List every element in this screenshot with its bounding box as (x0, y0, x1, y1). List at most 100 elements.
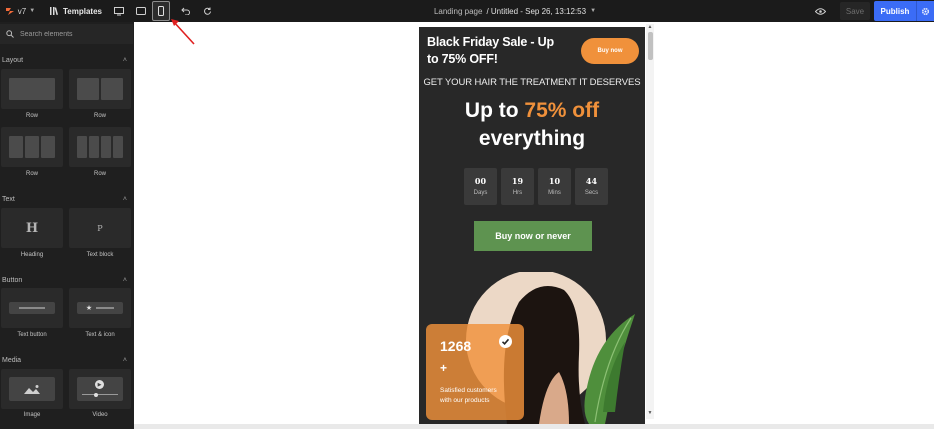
eye-icon (814, 7, 826, 15)
search-bar (0, 24, 133, 44)
countdown-unit: Hrs (512, 190, 523, 196)
paragraph-icon: P (97, 223, 103, 233)
publish-settings-button[interactable] (916, 1, 934, 21)
countdown-timer[interactable]: 00 Days 19 Hrs 10 Mins 44 Secs (464, 168, 608, 205)
tile-label: Text & icon (85, 332, 115, 338)
tile-label: Row (93, 171, 106, 177)
tile-label: Text block (86, 252, 114, 258)
scroll-up-arrow-icon[interactable]: ▲ (647, 24, 653, 30)
canvas-bottom-edge (134, 424, 934, 429)
chevron-down-icon: ▼ (29, 8, 36, 14)
countdown-unit: Mins (548, 190, 561, 196)
version-label: v7 (17, 6, 27, 16)
discount-suffix: everything (478, 127, 586, 150)
stat-card[interactable]: 1268 + Satisfied customers with our prod… (426, 324, 524, 420)
buy-now-button[interactable]: Buy now (581, 38, 639, 64)
video-preview-icon: ▶ (77, 377, 123, 401)
tagline[interactable]: GET YOUR HAIR THE TREATMENT IT DESERVES (419, 77, 645, 88)
chevron-up-icon: ˄ (122, 56, 127, 64)
preview-button[interactable] (812, 0, 828, 22)
column-preview-icon (89, 136, 99, 158)
redo-icon (203, 7, 211, 15)
column-preview-icon (101, 136, 111, 158)
countdown-value: 10 (548, 176, 561, 186)
page-type-label: Landing page (433, 6, 483, 16)
mobile-view-button[interactable] (152, 1, 170, 21)
section-header-button[interactable]: Button ˄ (0, 274, 133, 286)
cta-button[interactable]: Buy now or never (474, 221, 592, 251)
search-icon (6, 30, 14, 38)
section-title: Media (2, 356, 22, 364)
tile-label: Row (25, 171, 38, 177)
tile-label: Text button (17, 332, 47, 338)
document-title-menu[interactable]: Landing page / Untitled - Sep 26, 13:12:… (430, 0, 600, 22)
section-title: Text (2, 195, 15, 203)
stat-plus: + (440, 361, 448, 375)
version-menu[interactable]: v7 ▼ (4, 0, 36, 22)
undo-button[interactable] (178, 0, 192, 22)
countdown-unit: Days (473, 190, 488, 196)
tile-text-block[interactable]: P (69, 208, 131, 248)
tile-row-single[interactable] (1, 69, 63, 109)
column-preview-icon (101, 78, 123, 100)
section-header-text[interactable]: Text ˄ (0, 193, 133, 205)
chevron-down-icon: ▼ (590, 8, 597, 14)
chevron-up-icon: ˄ (122, 276, 127, 284)
countdown-value: 44 (585, 176, 598, 186)
search-input[interactable] (20, 30, 120, 38)
mobile-page-preview[interactable]: Black Friday Sale - Up to 75% OFF! Buy n… (419, 27, 645, 424)
tile-label: Row (93, 113, 106, 119)
countdown-seconds: 44 Secs (575, 168, 608, 205)
tile-row-three-columns[interactable] (1, 127, 63, 167)
tile-label: Row (25, 113, 38, 119)
chevron-up-icon: ˄ (122, 195, 127, 203)
desktop-view-button[interactable] (112, 0, 126, 22)
tile-text-button[interactable] (1, 288, 63, 328)
tile-heading[interactable]: H (1, 208, 63, 248)
sale-headline[interactable]: Black Friday Sale - Up to 75% OFF! (427, 34, 557, 68)
templates-button[interactable]: Templates (50, 0, 102, 22)
tablet-view-button[interactable] (134, 0, 148, 22)
section-header-media[interactable]: Media ˄ (0, 354, 133, 366)
section-header-layout[interactable]: Layout ˄ (0, 54, 133, 66)
tile-text-and-icon[interactable]: ★ (69, 288, 131, 328)
library-icon (50, 7, 59, 15)
elements-sidebar: Layout ˄ Row Row Row Row Text ˄ H Headin… (0, 22, 134, 429)
discount-heading[interactable]: Up to 75% off everything (419, 97, 645, 153)
video-progress-thumb (94, 392, 98, 397)
column-preview-icon (9, 136, 23, 158)
save-button[interactable]: Save (840, 2, 870, 20)
heading-icon: H (25, 220, 39, 236)
star-icon: ★ (85, 305, 93, 312)
column-preview-icon (113, 136, 123, 158)
button-text-line (96, 307, 115, 309)
stat-number: 1268 (440, 338, 472, 354)
publish-button[interactable]: Publish (874, 1, 916, 21)
document-title: / Untitled - Sep 26, 13:12:53 (486, 6, 587, 16)
button-text-line (19, 307, 45, 309)
discount-highlight: 75% off (524, 99, 600, 122)
scroll-down-arrow-icon[interactable]: ▼ (647, 410, 653, 416)
video-progress-track (82, 394, 118, 395)
discount-prefix: Up to (464, 99, 525, 122)
section-title: Layout (2, 56, 24, 64)
tile-video[interactable]: ▶ (69, 369, 131, 409)
section-title: Button (2, 276, 23, 284)
tile-row-two-columns[interactable] (69, 69, 131, 109)
scrollbar-thumb[interactable] (648, 32, 653, 60)
redo-button[interactable] (200, 0, 214, 22)
tile-row-four-columns[interactable] (69, 127, 131, 167)
column-preview-icon (41, 136, 55, 158)
image-icon (24, 384, 40, 394)
column-preview-icon (77, 78, 99, 100)
layout-preview-icon (9, 78, 55, 100)
gear-icon (922, 7, 929, 15)
checkmark-icon (499, 335, 512, 348)
image-preview-icon (9, 377, 55, 401)
tile-label: Video (92, 412, 108, 418)
countdown-unit: Secs (584, 190, 599, 196)
play-icon: ▶ (95, 380, 104, 389)
desktop-icon (114, 6, 124, 15)
preview-scrollbar[interactable]: ▲ ▼ (646, 24, 654, 419)
tile-image[interactable] (1, 369, 63, 409)
